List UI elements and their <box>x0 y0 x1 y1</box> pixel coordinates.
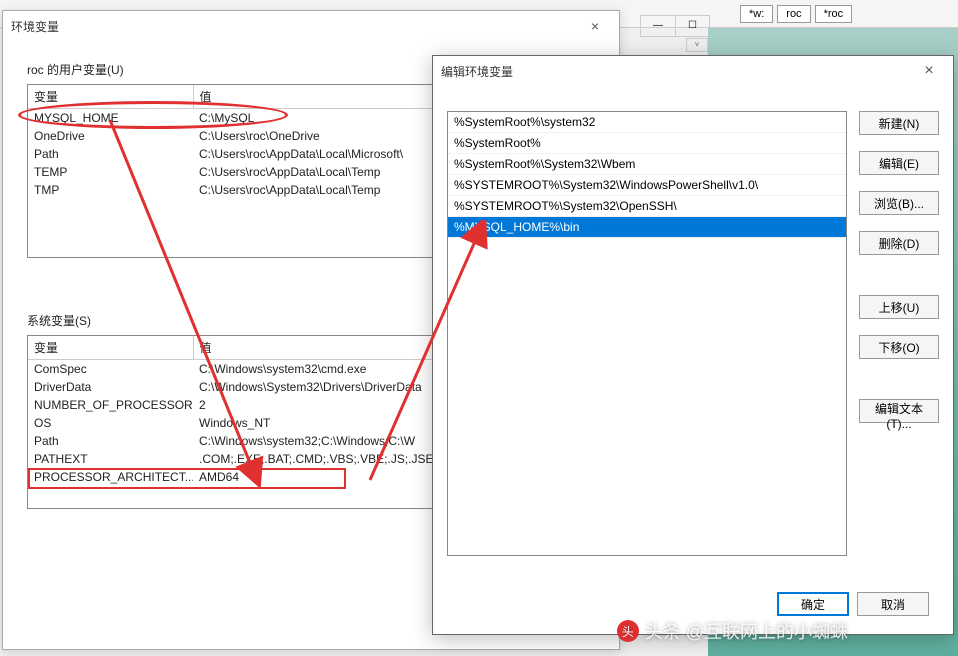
delete-button[interactable]: 删除(D) <box>859 231 939 255</box>
watermark-text: 头条 @互联网上的小蜘蛛 <box>645 618 848 644</box>
maximize-icon[interactable]: ☐ <box>675 16 709 36</box>
path-list[interactable]: %SystemRoot%\system32 %SystemRoot% %Syst… <box>447 111 847 556</box>
col-variable[interactable]: 变量 <box>28 85 193 109</box>
edit-text-button[interactable]: 编辑文本(T)... <box>859 399 939 423</box>
dialog1-title: 环境变量 <box>11 18 59 35</box>
edit-button[interactable]: 编辑(E) <box>859 151 939 175</box>
watermark-icon: 头 <box>617 620 639 642</box>
ok-button[interactable]: 确定 <box>777 592 849 616</box>
list-item[interactable]: %SystemRoot%\System32\Wbem <box>448 154 846 175</box>
new-button[interactable]: 新建(N) <box>859 111 939 135</box>
dialog2-title: 编辑环境变量 <box>441 63 513 80</box>
bg-tab-2[interactable]: roc <box>777 5 810 23</box>
list-item[interactable]: %SystemRoot% <box>448 133 846 154</box>
close-icon[interactable]: × <box>911 60 947 82</box>
cancel-button[interactable]: 取消 <box>857 592 929 616</box>
list-item-selected[interactable]: %MYSQL_HOME%\bin <box>448 217 846 238</box>
move-up-button[interactable]: 上移(U) <box>859 295 939 319</box>
list-item[interactable]: %SYSTEMROOT%\System32\WindowsPowerShell\… <box>448 175 846 196</box>
edit-env-variable-dialog: 编辑环境变量 × %SystemRoot%\system32 %SystemRo… <box>432 55 954 635</box>
col-variable[interactable]: 变量 <box>28 336 193 360</box>
chevron-down-icon[interactable]: ˅ <box>686 38 708 52</box>
bg-tab-1[interactable]: *w: <box>740 5 773 23</box>
list-item[interactable]: %SYSTEMROOT%\System32\OpenSSH\ <box>448 196 846 217</box>
move-down-button[interactable]: 下移(O) <box>859 335 939 359</box>
dialog2-titlebar: 编辑环境变量 × <box>433 56 953 86</box>
watermark: 头 头条 @互联网上的小蜘蛛 <box>617 618 848 644</box>
minimize-icon[interactable]: — <box>641 16 675 36</box>
bg-tab-3[interactable]: *roc <box>815 5 853 23</box>
list-item[interactable]: %SystemRoot%\system32 <box>448 112 846 133</box>
close-icon[interactable]: × <box>577 15 613 37</box>
browse-button[interactable]: 浏览(B)... <box>859 191 939 215</box>
dialog1-titlebar: 环境变量 × <box>3 11 619 41</box>
bg-window-controls: — ☐ <box>640 15 710 37</box>
